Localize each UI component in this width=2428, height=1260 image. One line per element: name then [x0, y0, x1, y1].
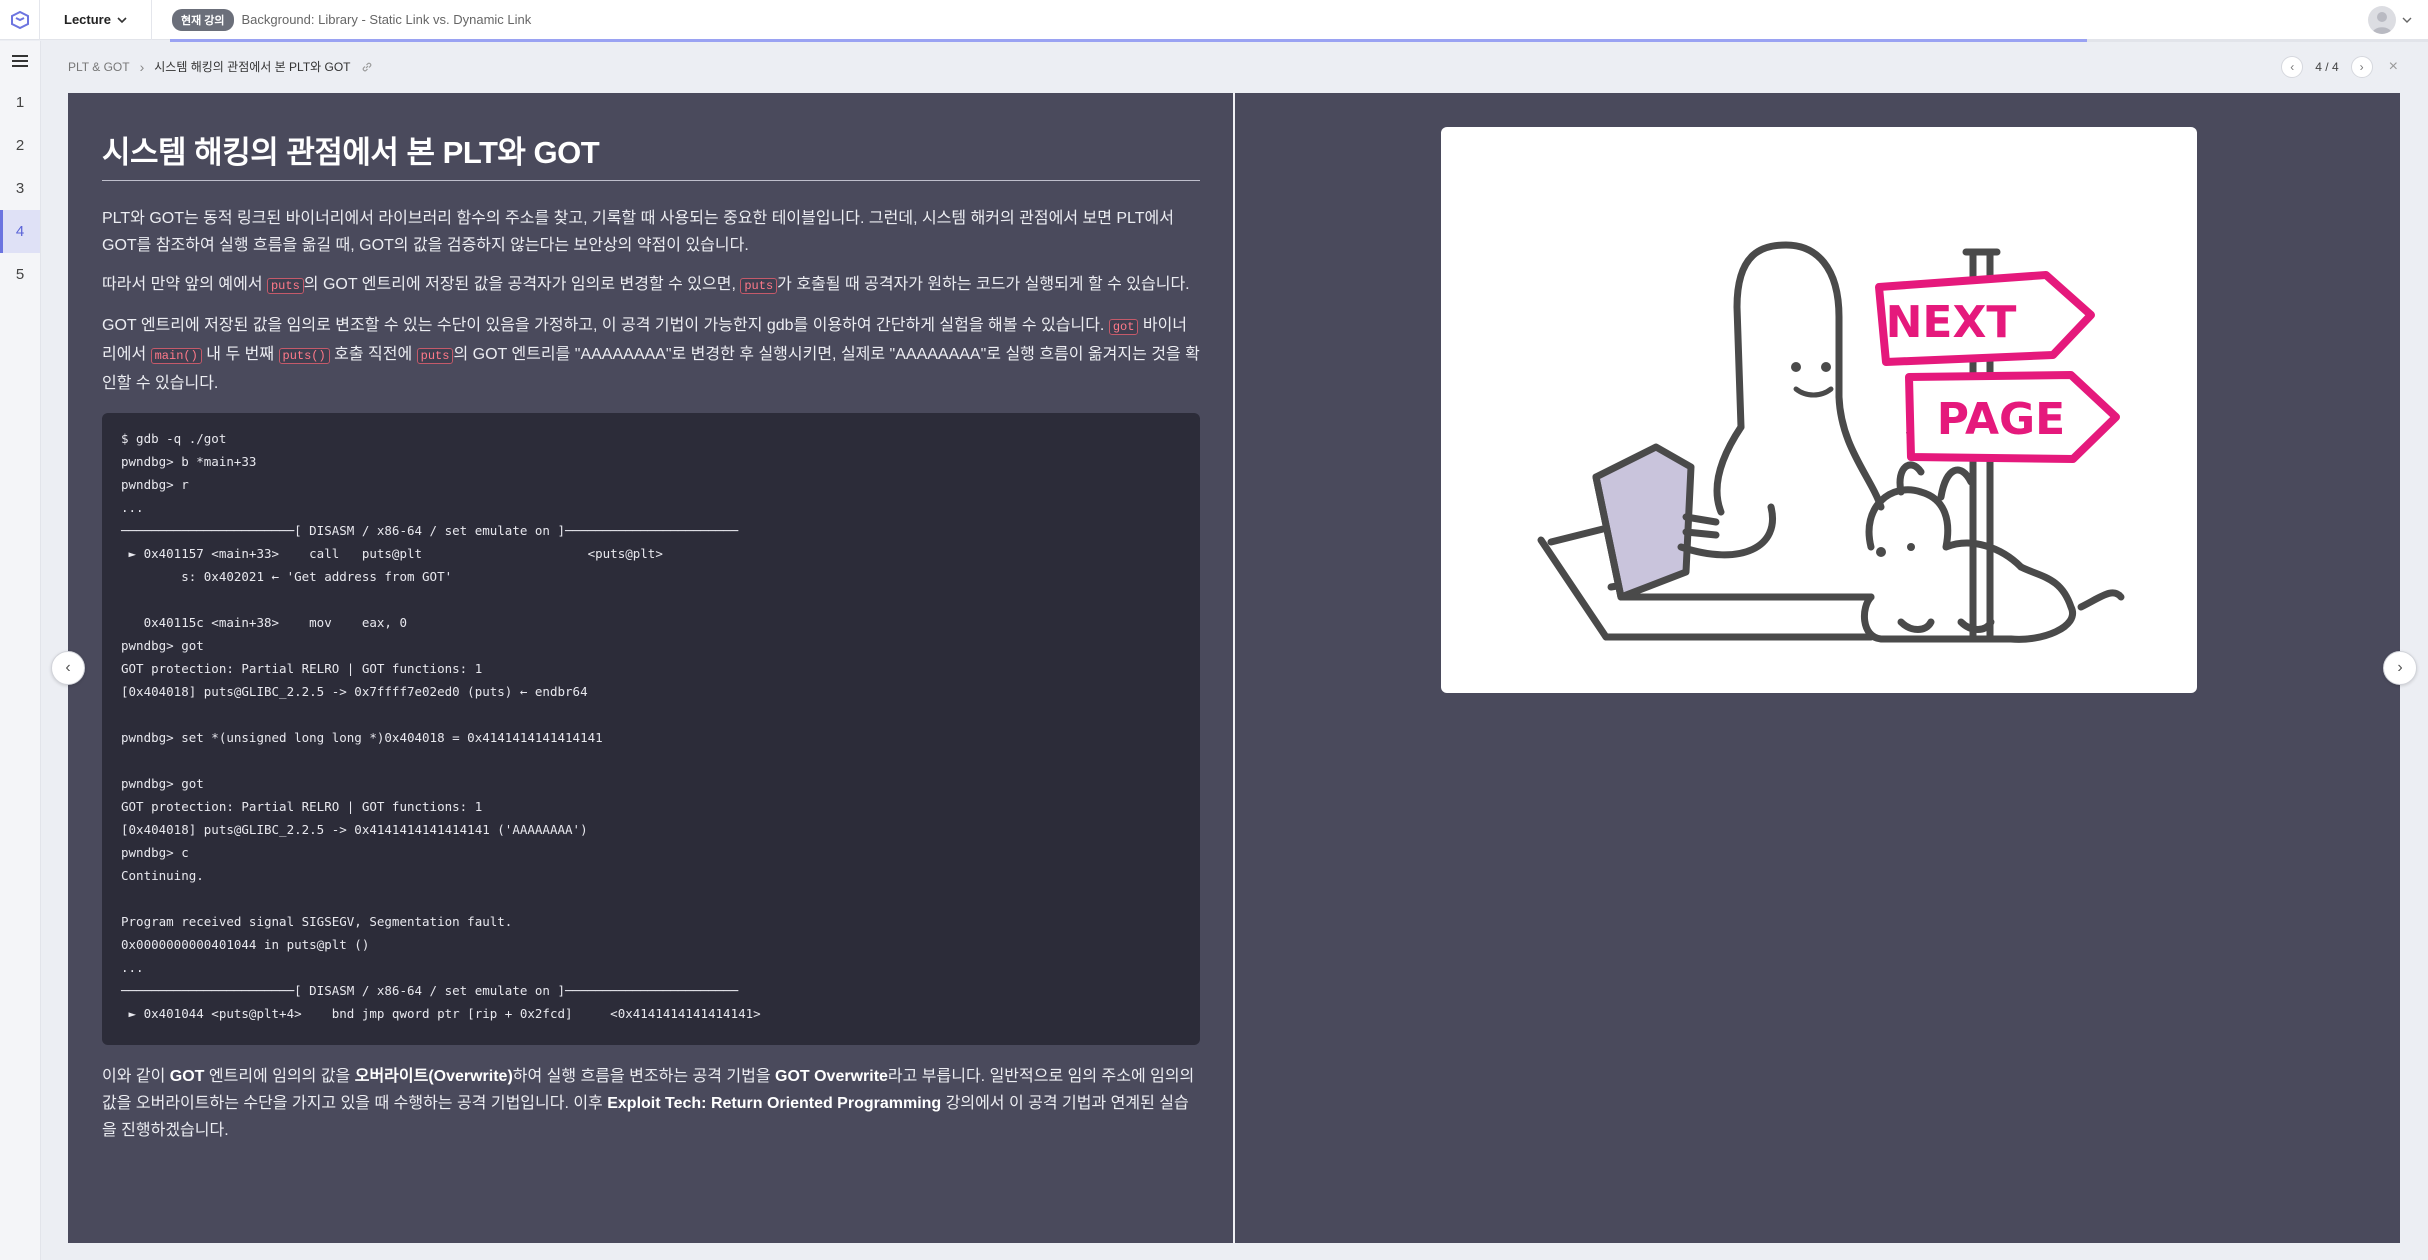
paragraph-1: PLT와 GOT는 동적 링크된 바이너리에서 라이브러리 함수의 주소를 찾고…	[102, 210, 1174, 254]
inline-code: got	[1108, 319, 1139, 335]
bold-text: GOT	[169, 1068, 205, 1085]
gdb-code-block: $ gdb -q ./got pwndbg> b *main+33 pwndbg…	[102, 413, 1200, 1045]
chevron-down-icon	[117, 16, 127, 23]
next-page-picture: NEXT PAGE	[1537, 241, 2125, 643]
next-page-illustration: NEXT PAGE	[1441, 127, 2197, 693]
text-span: 따라서 만약 앞의 예에서	[102, 276, 267, 293]
breadcrumb-current: 시스템 해킹의 관점에서 본 PLT와 GOT	[154, 60, 351, 74]
slide-divider	[1233, 93, 1235, 1243]
bold-text: Exploit Tech: Return Oriented Programmin…	[607, 1095, 942, 1112]
slide-prev-button[interactable]: ‹	[51, 651, 85, 685]
rail-page-4[interactable]: 4	[0, 210, 40, 253]
bold-text: 오버라이트(Overwrite)	[354, 1068, 513, 1085]
pager-label: 4 / 4	[2315, 60, 2339, 74]
inline-code: puts	[416, 348, 454, 364]
rail-page-2[interactable]: 2	[0, 124, 40, 167]
sign-next-text: NEXT	[1886, 297, 2017, 348]
current-badge: 현재 강의	[171, 8, 234, 31]
chevron-right-icon: ›	[139, 58, 145, 75]
user-menu[interactable]	[2368, 6, 2412, 34]
chevron-right-icon: ›	[2359, 60, 2364, 74]
bold-text: GOT Overwrite	[775, 1068, 888, 1085]
lecture-dropdown-label: Lecture	[64, 12, 111, 27]
breadcrumb: PLT & GOT › 시스템 해킹의 관점에서 본 PLT와 GOT	[68, 58, 373, 75]
slide-heading: 시스템 해킹의 관점에서 본 PLT와 GOT	[102, 127, 1200, 181]
top-bar: Lecture 현재 강의 Background: Library - Stat…	[0, 0, 2428, 40]
text-span: 의 GOT 엔트리에 저장된 값을 공격자가 임의로 변경할 수 있으면,	[303, 276, 741, 293]
breadcrumb-parent[interactable]: PLT & GOT	[68, 60, 130, 74]
inline-code: puts	[740, 278, 778, 294]
slide-pager: ‹ 4 / 4 › ×	[2281, 56, 2398, 78]
paragraph-4: 이와 같이 GOT 엔트리에 임의의 값을 오버라이트(Overwrite)하여…	[102, 1063, 1200, 1144]
text-span: GOT 엔트리에 저장된 값을 임의로 변조할 수 있는 수단이 있음을 가정하…	[102, 317, 1109, 334]
text-span: 호출 직전에	[329, 346, 417, 363]
text-span: 내 두 번째	[201, 346, 279, 363]
logo-icon	[10, 10, 29, 29]
hamburger-icon	[12, 55, 28, 67]
menu-button[interactable]	[0, 41, 40, 81]
user-icon	[2372, 12, 2392, 34]
current-lecture-title: Background: Library - Static Link vs. Dy…	[241, 12, 532, 27]
lecture-progress-track	[2087, 39, 2428, 42]
chevron-down-icon	[2402, 17, 2412, 23]
close-icon[interactable]: ×	[2389, 58, 2398, 76]
slide-next-button[interactable]: ›	[2383, 651, 2417, 685]
chevron-right-icon: ›	[2397, 659, 2403, 676]
paragraph-3: GOT 엔트리에 저장된 값을 임의로 변조할 수 있는 수단이 있음을 가정하…	[102, 312, 1200, 397]
inline-code: main()	[150, 348, 202, 364]
rail-page-1[interactable]: 1	[0, 81, 40, 124]
inline-code: puts()	[278, 348, 330, 364]
pager-next-button[interactable]: ›	[2350, 56, 2373, 78]
page-rail: 1 2 3 4 5	[0, 41, 41, 1260]
rail-page-3[interactable]: 3	[0, 167, 40, 210]
inline-code: puts	[266, 278, 304, 294]
sign-page-text: PAGE	[1937, 394, 2065, 445]
avatar	[2368, 6, 2396, 34]
lecture-progress-bar	[170, 39, 2087, 42]
link-icon[interactable]	[361, 61, 373, 73]
chevron-left-icon: ‹	[65, 659, 71, 676]
slide: 시스템 해킹의 관점에서 본 PLT와 GOT PLT와 GOT는 동적 링크된…	[68, 93, 2400, 1243]
chevron-left-icon: ‹	[2290, 60, 2295, 74]
paragraph-2: 따라서 만약 앞의 예에서 puts 의 GOT 엔트리에 저장된 값을 공격자가…	[102, 271, 1200, 300]
app-logo[interactable]	[0, 0, 40, 40]
text-span: 엔트리에 임의의 값을	[204, 1068, 355, 1085]
pager-prev-button[interactable]: ‹	[2281, 56, 2304, 78]
current-lecture: 현재 강의 Background: Library - Static Link …	[152, 8, 532, 31]
slide-text-pane: 시스템 해킹의 관점에서 본 PLT와 GOT PLT와 GOT는 동적 링크된…	[102, 127, 1200, 1156]
text-span: 이와 같이	[102, 1068, 170, 1085]
text-span: 가 호출될 때 공격자가 원하는 코드가 실행되게 할 수 있습니다.	[777, 276, 1190, 293]
lecture-dropdown[interactable]: Lecture	[40, 0, 152, 40]
rail-page-5[interactable]: 5	[0, 253, 40, 296]
text-span: 하여 실행 흐름을 변조하는 공격 기법을	[512, 1068, 775, 1085]
